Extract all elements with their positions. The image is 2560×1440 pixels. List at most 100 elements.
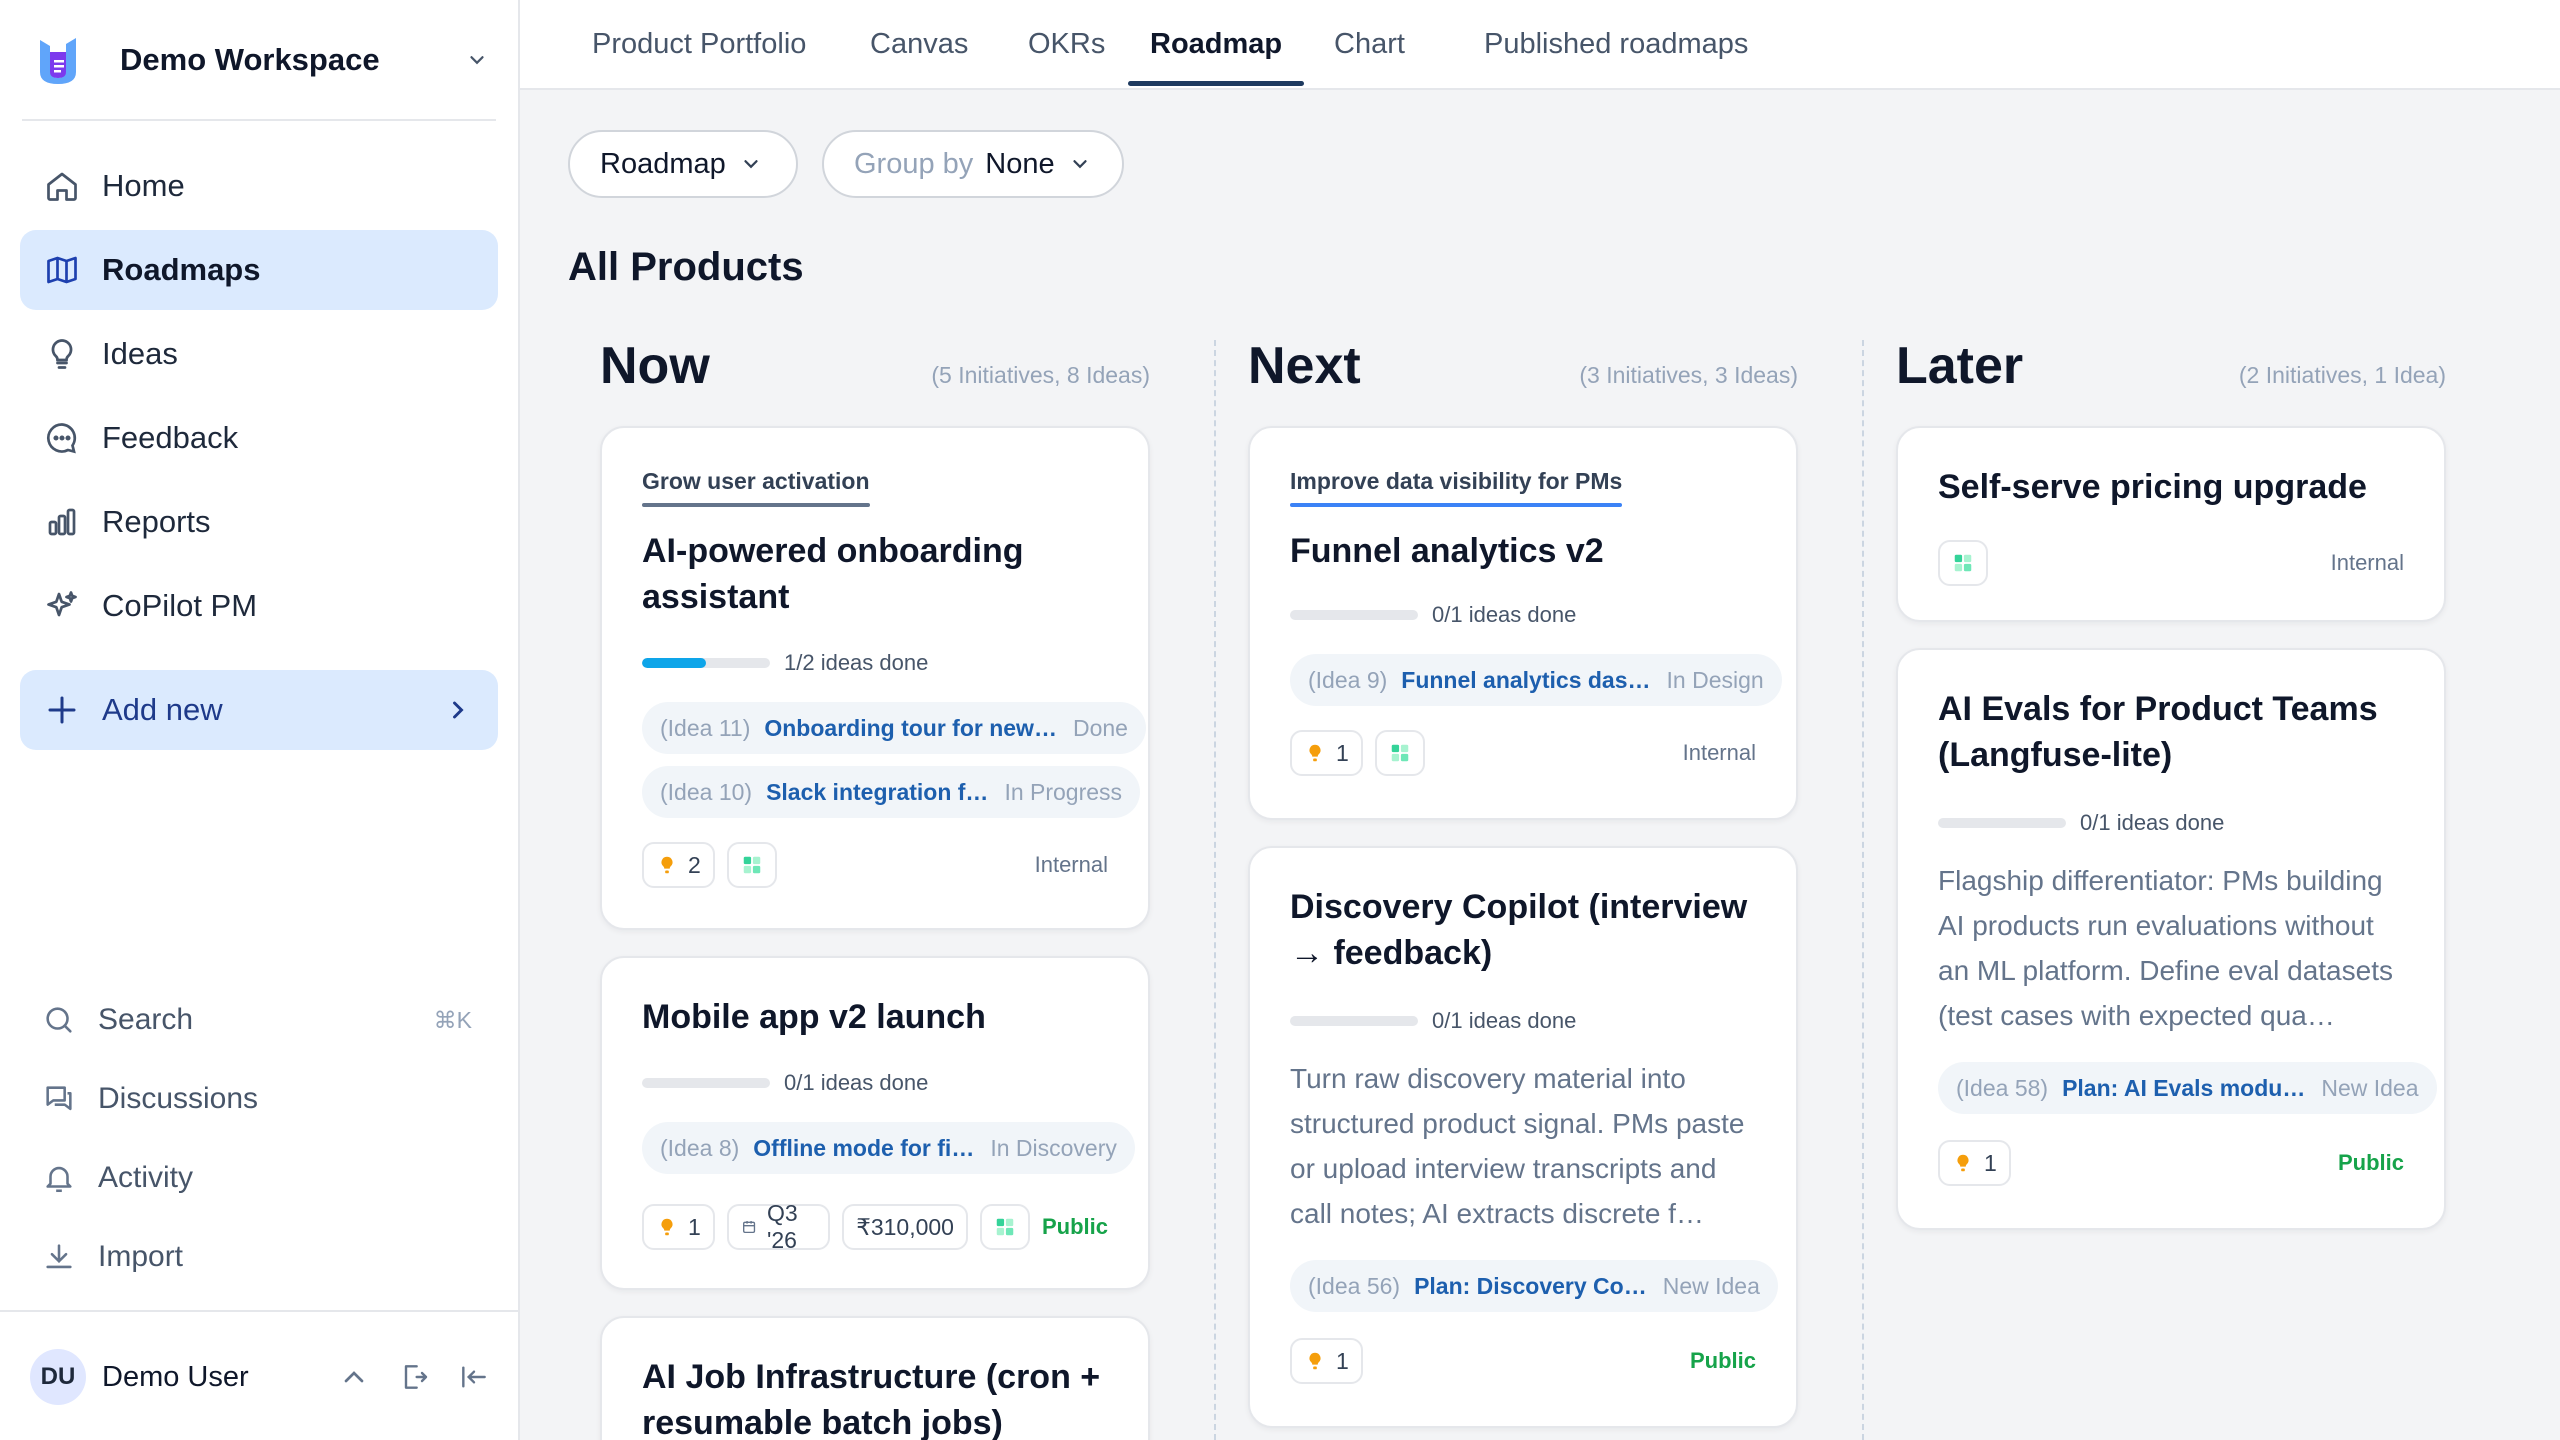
likes-chip[interactable]: 1 <box>1290 730 1363 776</box>
likes-chip[interactable]: 1 <box>1938 1140 2011 1186</box>
sidebar-item-copilot-pm[interactable]: CoPilot PM <box>20 566 498 646</box>
discussions-icon <box>46 1086 72 1111</box>
idea-name: Plan: AI Evals modu… <box>2062 1074 2306 1101</box>
product-chip[interactable] <box>1374 730 1425 776</box>
progress-bar-fill <box>642 658 706 668</box>
quarter-chip[interactable]: Q3 '26 <box>726 1200 831 1253</box>
initiative-card[interactable]: Self-serve pricing upgrade Internal <box>1896 426 2446 622</box>
grid-icon <box>996 1218 1014 1236</box>
column-later: Later (2 Initiatives, 1 Idea) Self-serve… <box>1864 330 2446 1230</box>
grid-icon <box>1954 554 1972 572</box>
user-menu[interactable]: DU Demo User <box>30 1346 490 1408</box>
column-header: Later (2 Initiatives, 1 Idea) <box>1864 330 2446 410</box>
lightbulb-icon <box>1309 1352 1321 1370</box>
sidebar-item-home[interactable]: Home <box>20 146 498 226</box>
progress-indicator: 0/1 ideas done <box>1290 1008 1576 1034</box>
tab-okrs[interactable]: OKRs <box>1006 0 1127 88</box>
sidebar-item-ideas[interactable]: Ideas <box>20 314 498 394</box>
column-now: Now (5 Initiatives, 8 Ideas) Grow user a… <box>568 330 1150 1440</box>
tab-chart[interactable]: Chart <box>1312 0 1427 88</box>
initiative-card[interactable]: Discovery Copilot (interview → feedback)… <box>1248 846 1798 1428</box>
plus-icon <box>48 696 76 724</box>
workspace-switcher[interactable]: Demo Workspace <box>36 28 488 92</box>
quarter-value: Q3 '26 <box>766 1200 798 1253</box>
home-icon <box>47 172 77 201</box>
initiative-card[interactable]: AI Job Infrastructure (cron + resumable … <box>600 1316 1150 1440</box>
likes-count: 2 <box>688 851 701 878</box>
product-chip[interactable] <box>979 1204 1030 1250</box>
idea-chip[interactable]: (Idea 10) Slack integration f… In Progre… <box>642 766 1141 818</box>
column-count: (2 Initiatives, 1 Idea) <box>2238 362 2446 388</box>
likes-chip[interactable]: 1 <box>1290 1338 1363 1384</box>
product-chip[interactable] <box>726 842 777 888</box>
card-footer: 1 Internal <box>1290 730 1756 776</box>
group-by-select[interactable]: Group by None <box>822 130 1124 198</box>
tab-published-roadmaps[interactable]: Published roadmaps <box>1462 0 1770 88</box>
idea-chip[interactable]: (Idea 56) Plan: Discovery Co… New Idea <box>1290 1260 1778 1312</box>
calendar-icon <box>742 1220 755 1234</box>
initiative-card[interactable]: Mobile app v2 launch 0/1 ideas done (Ide… <box>600 956 1150 1290</box>
discussions-button[interactable]: Discussions <box>20 1067 498 1131</box>
progress-text: 0/1 ideas done <box>2080 810 2225 835</box>
bar-chart-icon <box>48 508 76 536</box>
idea-chip[interactable]: (Idea 58) Plan: AI Evals modu… New Idea <box>1938 1062 2437 1114</box>
chevron-down-icon <box>1072 160 1087 169</box>
collapse-sidebar-icon[interactable] <box>458 1361 490 1393</box>
column-title: Later <box>1896 337 2024 395</box>
progress-indicator: 0/1 ideas done <box>1938 810 2224 836</box>
card-description: Turn raw discovery material into structu… <box>1290 1063 1745 1229</box>
visibility-label: Public <box>1041 1214 1108 1239</box>
sparkles-icon <box>47 591 77 617</box>
sidebar-item-label: Ideas <box>102 336 178 371</box>
idea-number: (Idea 9) <box>1308 666 1388 693</box>
column-title: Now <box>600 337 710 395</box>
initiative-card[interactable]: Improve data visibility for PMs Funnel a… <box>1248 426 1798 820</box>
likes-chip[interactable]: 1 <box>642 1204 715 1250</box>
idea-chip[interactable]: (Idea 11) Onboarding tour for new… Done <box>642 702 1146 754</box>
sidebar-item-roadmaps[interactable]: Roadmaps <box>20 230 498 310</box>
initiative-card[interactable]: Grow user activation AI-powered onboardi… <box>600 426 1150 930</box>
add-new-button[interactable]: Add new <box>20 670 498 750</box>
column-header: Next (3 Initiatives, 3 Ideas) <box>1216 330 1798 410</box>
import-label: Import <box>98 1240 184 1273</box>
sidebar-footer-divider <box>0 1310 518 1312</box>
card-title: Funnel analytics v2 <box>1290 532 1604 570</box>
sidebar-item-reports[interactable]: Reports <box>20 482 498 562</box>
idea-number: (Idea 10) <box>660 778 753 805</box>
tab-product-portfolio[interactable]: Product Portfolio <box>570 0 828 88</box>
initiative-card[interactable]: AI Evals for Product Teams (Langfuse-lit… <box>1896 648 2446 1230</box>
lightbulb-icon <box>661 856 673 874</box>
column-divider <box>1862 340 1864 1440</box>
chevron-up-icon[interactable] <box>338 1361 370 1393</box>
product-chip[interactable] <box>1938 540 1988 586</box>
card-footer: 1 Q3 '26 ₹310,000 Public <box>642 1200 1108 1253</box>
sidebar-item-label: Roadmaps <box>102 252 261 287</box>
budget-chip[interactable]: ₹310,000 <box>842 1204 968 1250</box>
activity-label: Activity <box>98 1161 194 1194</box>
card-title: Discovery Copilot (interview → feedback) <box>1290 888 1748 972</box>
tab-roadmap[interactable]: Roadmap <box>1128 0 1305 88</box>
activity-button[interactable]: Activity <box>20 1146 498 1210</box>
likes-chip[interactable]: 2 <box>642 842 715 888</box>
idea-chip[interactable]: (Idea 8) Offline mode for fi… In Discove… <box>642 1122 1135 1174</box>
idea-status: In Discovery <box>990 1134 1117 1161</box>
card-title: Self-serve pricing upgrade <box>1938 468 2367 506</box>
tab-canvas[interactable]: Canvas <box>848 0 990 88</box>
import-button[interactable]: Import <box>20 1225 498 1289</box>
idea-number: (Idea 11) <box>660 714 751 741</box>
bell-icon <box>46 1166 72 1193</box>
progress-bar <box>1290 610 1418 620</box>
view-select[interactable]: Roadmap <box>568 130 798 198</box>
user-name: Demo User <box>102 1360 249 1393</box>
visibility-label: Public <box>2337 1150 2404 1175</box>
add-new-label: Add new <box>102 692 223 727</box>
lightbulb-icon <box>51 339 73 369</box>
sidebar-item-feedback[interactable]: Feedback <box>20 398 498 478</box>
search-button[interactable]: Search ⌘K <box>20 988 498 1052</box>
idea-chip[interactable]: (Idea 9) Funnel analytics das… In Design <box>1290 654 1782 706</box>
lightbulb-icon <box>661 1218 673 1236</box>
visibility-label: Internal <box>2330 550 2404 575</box>
idea-name: Funnel analytics das… <box>1401 666 1651 693</box>
logout-icon[interactable] <box>398 1361 430 1393</box>
card-title: AI Evals for Product Teams (Langfuse-lit… <box>1938 690 2378 774</box>
